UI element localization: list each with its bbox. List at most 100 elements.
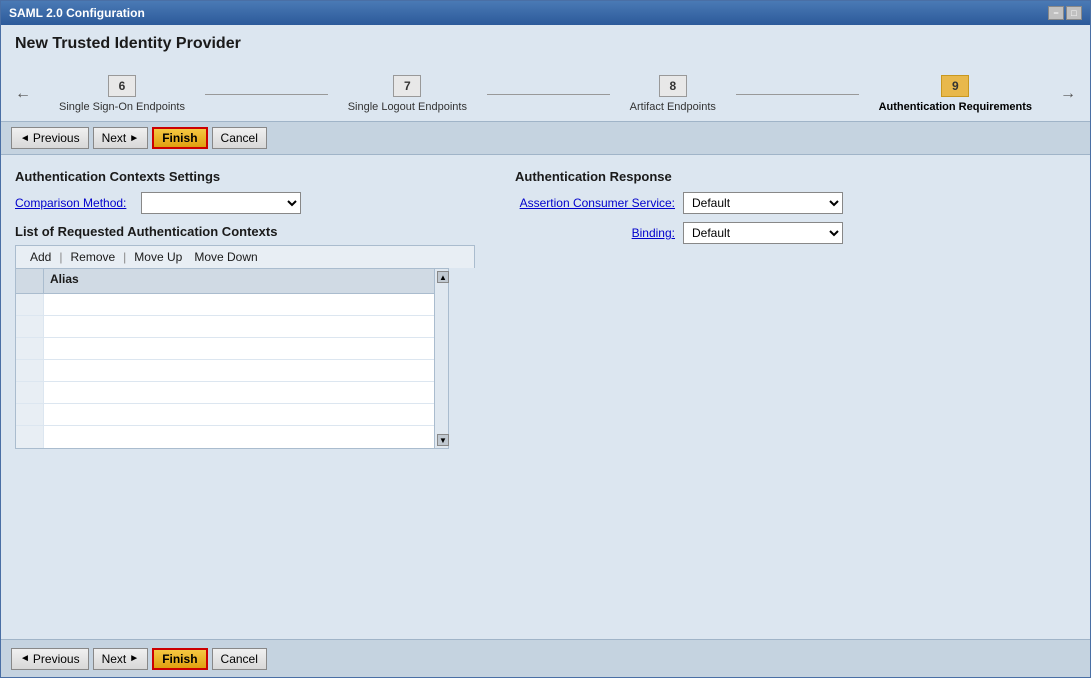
page-title: New Trusted Identity Provider bbox=[15, 35, 1076, 53]
row-check-6 bbox=[16, 404, 44, 425]
wizard-arrow-left: ← bbox=[15, 85, 31, 103]
bottom-toolbar: ◄ Previous Next ► Finish Cancel bbox=[1, 639, 1090, 677]
wizard-arrow-right: → bbox=[1060, 85, 1076, 103]
binding-row: Binding: Default POST Artifact Redirect bbox=[515, 222, 1076, 244]
wizard-steps: ← 6 Single Sign-On Endpoints 7 Single Lo… bbox=[1, 69, 1090, 121]
bottom-prev-arrow-icon: ◄ bbox=[20, 653, 30, 664]
list-scrollbar[interactable]: ▲ ▼ bbox=[435, 268, 449, 449]
table-header: Alias bbox=[16, 269, 434, 294]
bottom-finish-button[interactable]: Finish bbox=[152, 648, 207, 670]
row-data-4 bbox=[44, 360, 434, 381]
step-7-label: Single Logout Endpoints bbox=[348, 101, 467, 113]
assertion-consumer-label[interactable]: Assertion Consumer Service: bbox=[515, 196, 675, 210]
auth-response-title: Authentication Response bbox=[515, 169, 1076, 184]
list-toolbar: Add | Remove | Move Up Move Down bbox=[15, 245, 475, 268]
separator-1: | bbox=[59, 250, 62, 264]
top-toolbar: ◄ Previous Next ► Finish Cancel bbox=[1, 121, 1090, 155]
left-panel: Authentication Contexts Settings Compari… bbox=[15, 169, 475, 625]
table-row[interactable] bbox=[16, 294, 434, 316]
comparison-method-label[interactable]: Comparison Method: bbox=[15, 196, 135, 210]
row-data-5 bbox=[44, 382, 434, 403]
step-connector-3 bbox=[736, 94, 859, 95]
step-9-label: Authentication Requirements bbox=[879, 101, 1032, 113]
top-next-label: Next bbox=[102, 131, 127, 145]
step-7-number[interactable]: 7 bbox=[393, 75, 421, 97]
list-wrapper: Alias bbox=[15, 268, 475, 449]
bottom-cancel-label: Cancel bbox=[221, 652, 258, 666]
top-previous-label: Previous bbox=[33, 131, 80, 145]
row-data-6 bbox=[44, 404, 434, 425]
comparison-method-row: Comparison Method: exact minimum maximum… bbox=[15, 192, 475, 214]
wizard-step-7: 7 Single Logout Endpoints bbox=[348, 75, 467, 113]
step-6-label: Single Sign-On Endpoints bbox=[59, 101, 185, 113]
table-row[interactable] bbox=[16, 360, 434, 382]
step-8-number[interactable]: 8 bbox=[659, 75, 687, 97]
bottom-previous-button[interactable]: ◄ Previous bbox=[11, 648, 89, 670]
move-up-button[interactable]: Move Up bbox=[128, 249, 188, 265]
auth-contexts-table: Alias bbox=[15, 268, 435, 449]
comparison-method-select[interactable]: exact minimum maximum better bbox=[141, 192, 301, 214]
row-data-3 bbox=[44, 338, 434, 359]
table-row[interactable] bbox=[16, 316, 434, 338]
top-previous-button[interactable]: ◄ Previous bbox=[11, 127, 89, 149]
window-title: SAML 2.0 Configuration bbox=[9, 6, 145, 20]
top-next-button[interactable]: Next ► bbox=[93, 127, 149, 149]
step-9-number[interactable]: 9 bbox=[941, 75, 969, 97]
bottom-next-label: Next bbox=[102, 652, 127, 666]
row-check-4 bbox=[16, 360, 44, 381]
wizard-step-8: 8 Artifact Endpoints bbox=[630, 75, 716, 113]
row-check-7 bbox=[16, 426, 44, 448]
page-header: New Trusted Identity Provider bbox=[1, 25, 1090, 69]
next-arrow-icon: ► bbox=[129, 133, 139, 144]
step-6-number[interactable]: 6 bbox=[108, 75, 136, 97]
main-content: New Trusted Identity Provider ← 6 Single… bbox=[1, 25, 1090, 677]
bottom-previous-label: Previous bbox=[33, 652, 80, 666]
top-finish-button[interactable]: Finish bbox=[152, 127, 207, 149]
assertion-consumer-row: Assertion Consumer Service: Default POST… bbox=[515, 192, 1076, 214]
row-data-7 bbox=[44, 426, 434, 448]
top-finish-label: Finish bbox=[162, 131, 197, 145]
title-bar: SAML 2.0 Configuration − □ bbox=[1, 1, 1090, 25]
step-8-label: Artifact Endpoints bbox=[630, 101, 716, 113]
bottom-cancel-button[interactable]: Cancel bbox=[212, 648, 267, 670]
main-window: SAML 2.0 Configuration − □ New Trusted I… bbox=[0, 0, 1091, 678]
check-col-header bbox=[16, 269, 44, 293]
maximize-button[interactable]: □ bbox=[1066, 6, 1082, 20]
move-down-button[interactable]: Move Down bbox=[188, 249, 263, 265]
binding-label[interactable]: Binding: bbox=[515, 226, 675, 240]
row-check-2 bbox=[16, 316, 44, 337]
row-data-1 bbox=[44, 294, 434, 315]
table-row[interactable] bbox=[16, 382, 434, 404]
row-check-5 bbox=[16, 382, 44, 403]
wizard-step-9: 9 Authentication Requirements bbox=[879, 75, 1032, 113]
prev-arrow-icon: ◄ bbox=[20, 133, 30, 144]
minimize-button[interactable]: − bbox=[1048, 6, 1064, 20]
wizard-step-6: 6 Single Sign-On Endpoints bbox=[59, 75, 185, 113]
list-section-title: List of Requested Authentication Context… bbox=[15, 224, 475, 239]
step-connector-1 bbox=[205, 94, 328, 95]
bottom-next-arrow-icon: ► bbox=[129, 653, 139, 664]
scroll-down-btn[interactable]: ▼ bbox=[437, 434, 449, 446]
right-panel: Authentication Response Assertion Consum… bbox=[515, 169, 1076, 625]
assertion-consumer-select[interactable]: Default POST Artifact bbox=[683, 192, 843, 214]
row-data-2 bbox=[44, 316, 434, 337]
table-row[interactable] bbox=[16, 338, 434, 360]
auth-contexts-title: Authentication Contexts Settings bbox=[15, 169, 475, 184]
row-check-3 bbox=[16, 338, 44, 359]
bottom-finish-label: Finish bbox=[162, 652, 197, 666]
title-bar-buttons: − □ bbox=[1048, 6, 1082, 20]
content-area: Authentication Contexts Settings Compari… bbox=[1, 155, 1090, 639]
separator-2: | bbox=[123, 250, 126, 264]
row-check-1 bbox=[16, 294, 44, 315]
add-context-button[interactable]: Add bbox=[24, 249, 57, 265]
step-connector-2 bbox=[487, 94, 610, 95]
alias-col-header: Alias bbox=[44, 269, 434, 293]
table-row[interactable] bbox=[16, 426, 434, 448]
table-row[interactable] bbox=[16, 404, 434, 426]
bottom-next-button[interactable]: Next ► bbox=[93, 648, 149, 670]
top-cancel-button[interactable]: Cancel bbox=[212, 127, 267, 149]
scroll-up-btn[interactable]: ▲ bbox=[437, 271, 449, 283]
top-cancel-label: Cancel bbox=[221, 131, 258, 145]
remove-context-button[interactable]: Remove bbox=[64, 249, 121, 265]
binding-select[interactable]: Default POST Artifact Redirect bbox=[683, 222, 843, 244]
